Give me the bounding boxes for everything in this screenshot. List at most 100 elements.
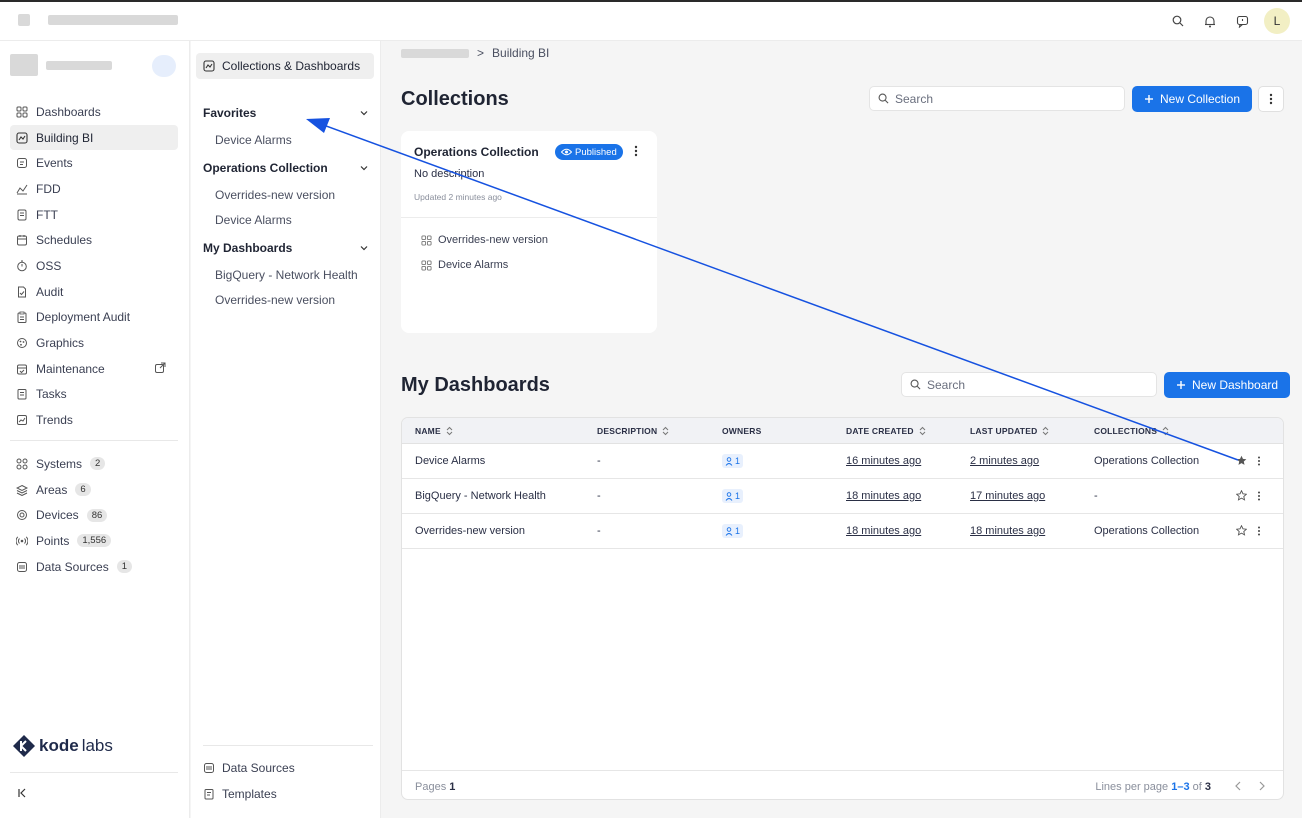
favorite-item[interactable]: Device Alarms [215,133,292,147]
new-dashboard-button[interactable]: New Dashboard [1164,372,1291,398]
plus-icon [1145,95,1153,103]
sort-icon[interactable] [1042,426,1049,436]
collections-search-input[interactable] [895,91,1095,106]
dashboards-search[interactable] [901,372,1157,397]
bell-icon[interactable] [1200,11,1220,31]
star-outline-icon[interactable] [1236,525,1247,536]
sidebar-item-label: Systems [36,456,83,471]
sidebar-item-audit[interactable]: Audit [10,279,178,305]
sort-icon[interactable] [1162,426,1169,436]
collection-card[interactable]: Operations Collection Published No descr… [401,131,657,333]
dashboards-search-input[interactable] [927,377,1127,392]
collapse-sidebar-icon[interactable] [16,787,28,802]
more-vertical-icon[interactable] [1257,526,1261,536]
star-outline-icon[interactable] [1236,490,1247,501]
collection-card-item[interactable]: Device Alarms [421,259,508,271]
user-avatar[interactable]: L [1264,8,1290,34]
sidebar-item-schedules[interactable]: Schedules [10,227,178,253]
cell-date-created[interactable]: 16 minutes ago [846,455,921,467]
sidebar-item-oss[interactable]: OSS [10,253,178,279]
group-title: Operations Collection [203,161,328,175]
sidebar-item-systems[interactable]: Systems 2 [10,451,178,477]
collection-item[interactable]: Device Alarms [215,213,292,227]
column-header-date-created[interactable]: DATE CREATED [846,426,926,436]
owners-badge[interactable]: 1 [722,454,744,468]
workspace-switch-blurred[interactable] [152,55,176,77]
cell-date-created[interactable]: 18 minutes ago [846,490,921,502]
chat-icon[interactable] [1232,11,1252,31]
star-filled-icon[interactable] [1236,455,1247,466]
chevron-down-icon[interactable] [359,163,369,173]
cell-name[interactable]: Device Alarms [415,455,485,467]
group-operations-collection[interactable]: Operations Collection [203,161,369,175]
sort-icon[interactable] [919,426,926,436]
sidebar-item-data-sources[interactable]: Data Sources 1 [10,554,178,580]
collection-item[interactable]: Overrides-new version [215,188,335,202]
sidebar-item-building-bi[interactable]: Building BI [10,124,178,151]
column-header-description[interactable]: DESCRIPTION [597,426,669,436]
dashboard-item[interactable]: Overrides-new version [215,293,335,307]
sidebar-item-fdd[interactable]: FDD [10,176,178,202]
search-icon[interactable] [1168,11,1188,31]
table-header: NAME DESCRIPTION OWNERS DATE CREATED LAS… [402,418,1283,444]
cell-last-updated[interactable]: 18 minutes ago [970,525,1045,537]
sidebar-item-deployment-audit[interactable]: Deployment Audit [10,305,178,331]
cell-name[interactable]: BigQuery - Network Health [415,490,546,502]
count-badge: 1 [116,560,132,574]
sidebar-item-label: Areas [36,482,68,497]
cell-last-updated[interactable]: 2 minutes ago [970,455,1039,467]
table-row[interactable]: BigQuery - Network Health - 1 18 minutes… [402,479,1283,514]
group-title: Favorites [203,106,257,120]
sidebar-item-ftt[interactable]: FTT [10,202,178,228]
collections-more-button[interactable] [1258,86,1284,112]
sidebar-item-trends[interactable]: Trends [10,407,178,433]
panel-divider [203,745,373,746]
panel-data-sources[interactable]: Data Sources [203,761,295,775]
sidebar-item-events[interactable]: Events [10,150,178,176]
new-collection-button[interactable]: New Collection [1132,86,1253,112]
collection-card-item[interactable]: Overrides-new version [421,234,548,246]
sidebar-item-tasks[interactable]: Tasks [10,382,178,408]
cell-last-updated[interactable]: 17 minutes ago [970,490,1045,502]
owners-badge[interactable]: 1 [722,489,744,503]
sidebar-item-devices[interactable]: Devices 86 [10,502,178,528]
chart-box-icon [203,60,215,72]
breadcrumb-root-blurred[interactable] [401,48,469,58]
column-header-owners: OWNERS [722,426,761,436]
table-row[interactable]: Overrides-new version - 1 18 minutes ago… [402,514,1283,549]
column-header-name[interactable]: NAME [415,426,453,436]
sidebar-item-maintenance[interactable]: Maintenance [10,356,178,382]
chevron-right-icon[interactable] [1257,780,1267,792]
more-vertical-icon[interactable] [1257,456,1261,466]
plus-icon [1177,381,1185,389]
sidebar-item-dashboards[interactable]: Dashboards [10,99,178,125]
more-vertical-icon[interactable] [1257,491,1261,501]
app-logo-blurred [18,14,30,26]
column-header-last-updated[interactable]: LAST UPDATED [970,426,1049,436]
chevron-left-icon[interactable] [1233,780,1243,792]
sidebar-item-areas[interactable]: Areas 6 [10,477,178,503]
sidebar-item-points[interactable]: Points 1,556 [10,528,178,554]
workspace-name-blurred [46,61,112,70]
cell-date-created[interactable]: 18 minutes ago [846,525,921,537]
dashboard-item[interactable]: BigQuery - Network Health [215,268,358,282]
panel-templates[interactable]: Templates [203,787,277,801]
logo-text-kode: kode [39,736,79,755]
collections-search[interactable] [869,86,1125,111]
group-favorites[interactable]: Favorites [203,106,369,120]
column-header-collections[interactable]: COLLECTIONS [1094,426,1169,436]
sort-icon[interactable] [446,426,453,436]
table-row[interactable]: Device Alarms - 1 16 minutes ago 2 minut… [402,444,1283,479]
collections-dashboards-header[interactable]: Collections & Dashboards [196,53,374,79]
sidebar-item-graphics[interactable]: Graphics [10,330,178,356]
chevron-down-icon[interactable] [359,243,369,253]
external-link-icon[interactable] [154,362,166,374]
sidebar-item-label: Devices [36,508,79,523]
group-my-dashboards[interactable]: My Dashboards [203,241,369,255]
more-vertical-icon[interactable] [634,145,638,160]
chevron-down-icon[interactable] [359,108,369,118]
cell-name[interactable]: Overrides-new version [415,525,525,537]
collections-panel: Collections & Dashboards Favorites Devic… [191,41,381,818]
owners-badge[interactable]: 1 [722,524,744,538]
sort-icon[interactable] [662,426,669,436]
